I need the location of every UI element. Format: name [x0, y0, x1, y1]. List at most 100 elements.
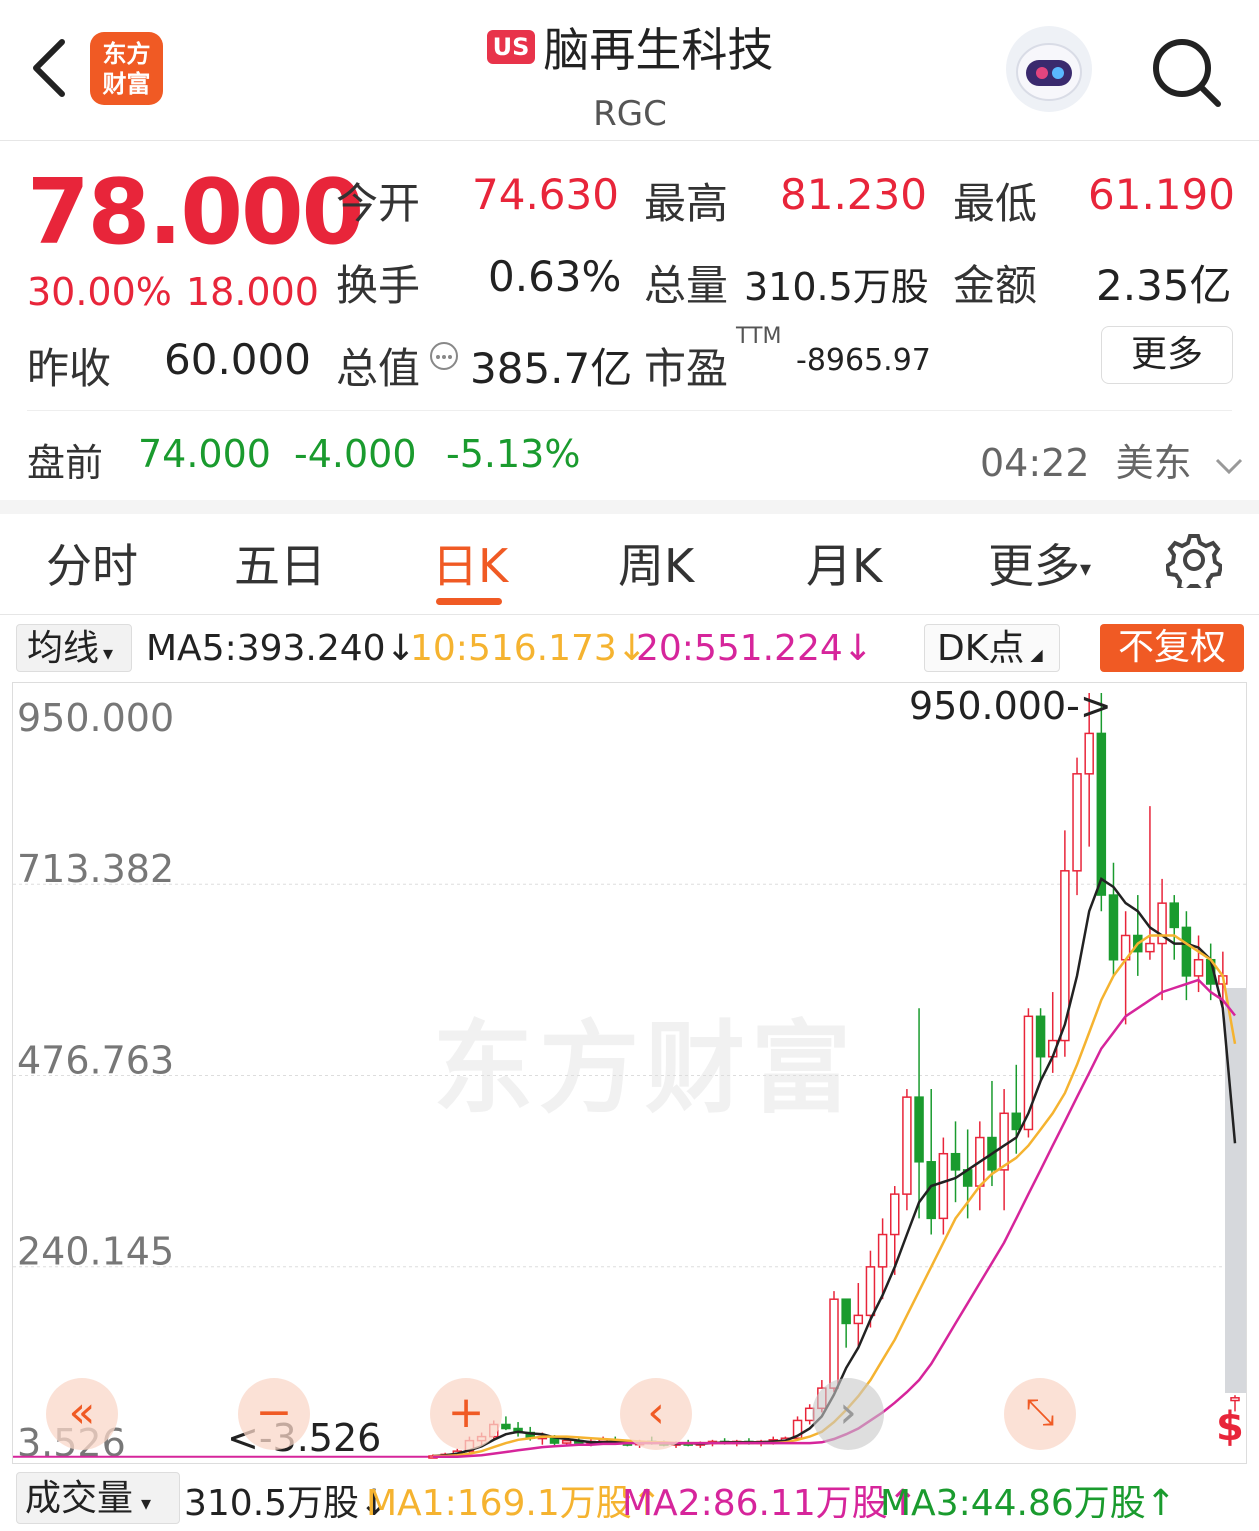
premarket-label: 盘前 — [27, 441, 104, 485]
candle-body — [841, 1298, 851, 1325]
candle-body — [829, 1298, 839, 1389]
y-tick-label: 240.145 — [17, 1230, 174, 1274]
search-icon[interactable] — [1148, 34, 1224, 110]
more-quote-button[interactable]: 更多 — [1101, 326, 1233, 384]
candle-body — [1096, 732, 1107, 896]
dropdown-caret-icon: ▾ — [103, 641, 114, 665]
ma20-value: 20:551.224↓ — [636, 628, 873, 669]
tab-intraday[interactable]: 分时 — [46, 530, 138, 596]
indicator-selector[interactable]: 均线 ▾ — [16, 624, 132, 672]
tab-more-label: 更多 — [988, 539, 1080, 593]
volume-selector-label: 成交量 — [25, 1478, 134, 1519]
pe-ttm-sup: TTM — [736, 324, 782, 349]
candle-body — [877, 1233, 888, 1268]
y-tick-label: 713.382 — [17, 847, 174, 891]
candle-body — [1108, 894, 1119, 961]
back-arrow-icon[interactable] — [28, 38, 68, 98]
candle-body — [1035, 1015, 1046, 1058]
zoom-out-icon[interactable]: − — [238, 1378, 310, 1450]
premarket-price: 74.000 — [138, 432, 271, 476]
candle-body — [914, 1096, 924, 1163]
dk-point-button[interactable]: DK点 ◢ — [924, 624, 1060, 672]
change-percent: 30.00% — [27, 270, 172, 314]
candle-body — [1193, 958, 1204, 977]
scroll-left-fast-icon[interactable]: « — [46, 1378, 118, 1450]
assistant-robot-icon[interactable] — [1006, 26, 1092, 112]
tab-weekly-k[interactable]: 周K — [618, 530, 694, 596]
candle-body — [902, 1096, 912, 1195]
pe-label: 市盈 — [644, 344, 729, 393]
kline-svg: 东方财富 950.000713.382476.763240.1453.52695… — [13, 684, 1251, 1465]
vol-ma2: MA2:86.11万股↑ — [622, 1483, 918, 1524]
ticker-symbol: RGC — [593, 94, 667, 134]
candle-body — [1084, 732, 1094, 775]
scroll-right-icon[interactable]: › — [812, 1378, 884, 1450]
candle-body — [853, 1314, 864, 1325]
volume-label: 总量 — [644, 261, 729, 310]
kline-chart[interactable]: 东方财富 950.000713.382476.763240.1453.52695… — [12, 682, 1251, 1465]
turnover-value: 0.63% — [488, 252, 622, 301]
candle-body — [950, 1152, 961, 1171]
no-adjust-button[interactable]: 不复权 — [1100, 624, 1244, 672]
ma10-value: 10:516.173↓ — [410, 628, 647, 669]
high-label: 最高 — [644, 179, 729, 228]
candle-body — [999, 1112, 1009, 1171]
candle-body — [1072, 773, 1082, 872]
volume-value: 310.5万股 — [744, 265, 929, 309]
stock-title: US 脑再生科技 RGC — [380, 14, 880, 134]
turnover-label: 换手 — [336, 261, 421, 310]
volume-indicator-selector[interactable]: 成交量 ▾ — [16, 1472, 180, 1524]
candle-body — [1145, 942, 1155, 953]
open-label: 今开 — [336, 179, 421, 228]
fullscreen-icon[interactable]: ⤡ — [1004, 1378, 1076, 1450]
candle-body — [890, 1193, 900, 1236]
corner-caret-icon: ◢ — [1030, 645, 1043, 664]
candle-body — [1011, 1112, 1022, 1131]
y-tick-label: 950.000 — [17, 696, 174, 740]
chevron-down-icon — [1215, 458, 1242, 474]
last-price: 78.000 — [27, 160, 364, 265]
low-value: 61.190 — [1088, 170, 1235, 219]
low-label: 最低 — [953, 179, 1038, 228]
divider — [0, 140, 1259, 141]
stock-name: 脑再生科技 — [543, 23, 774, 77]
candle-body — [1230, 1397, 1240, 1402]
candle-body — [561, 1439, 572, 1444]
dropdown-caret-icon: ▾ — [141, 1491, 152, 1515]
divider — [0, 614, 1259, 615]
scroll-left-icon[interactable]: ‹ — [620, 1378, 692, 1450]
prev-close-value: 60.000 — [164, 335, 311, 384]
vol-ma1: MA1:169.1万股↑ — [366, 1483, 662, 1524]
zoom-in-icon[interactable]: + — [430, 1378, 502, 1450]
tab-five-day[interactable]: 五日 — [234, 530, 326, 596]
tab-more[interactable]: 更多▾ — [988, 530, 1091, 596]
logo-text-1: 东方 — [102, 39, 151, 68]
watermark: 东方财富 — [433, 1010, 857, 1127]
dropdown-caret-icon: ▾ — [1080, 557, 1092, 582]
open-value: 74.630 — [472, 170, 619, 219]
candle-body — [1181, 926, 1192, 977]
divider — [27, 410, 1232, 411]
premarket-change: -4.000 — [294, 432, 417, 476]
max-price-marker: 950.000-> — [909, 684, 1112, 728]
tab-daily-k[interactable]: 日K — [432, 530, 508, 596]
candle-body — [865, 1266, 876, 1317]
gear-icon[interactable] — [1166, 532, 1222, 588]
premarket-time[interactable]: 04:22 美东 — [980, 432, 1244, 487]
dk-point-label: DK点 — [937, 628, 1025, 669]
change-amount: 18.000 — [186, 270, 319, 314]
premarket-percent: -5.13% — [446, 432, 581, 476]
candle-body — [1169, 902, 1179, 929]
amount-value: 2.35亿 — [1096, 261, 1232, 310]
dividend-icon[interactable]: $ — [1216, 1404, 1244, 1450]
market-cap-value: 385.7亿 — [470, 344, 633, 393]
candle-body — [938, 1152, 949, 1220]
candle-body — [501, 1423, 511, 1430]
logo-text-2: 财富 — [102, 69, 151, 98]
info-icon[interactable] — [428, 340, 460, 372]
tab-monthly-k[interactable]: 月K — [806, 530, 882, 596]
app-logo[interactable]: 东方 财富 — [90, 32, 163, 105]
amount-label: 金额 — [953, 261, 1038, 310]
section-gap — [0, 500, 1259, 514]
market-badge: US — [486, 30, 536, 64]
